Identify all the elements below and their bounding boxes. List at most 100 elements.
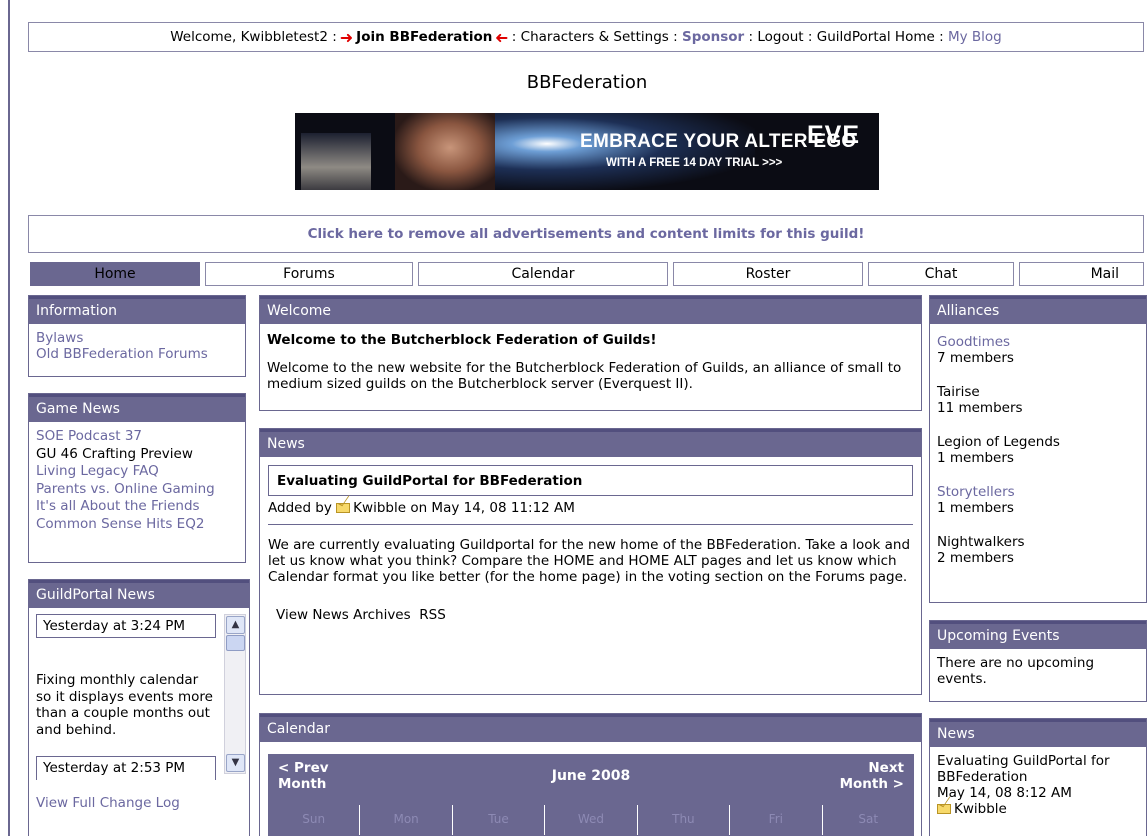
side-news-panel: News Evaluating GuildPortal for BBFedera… [929, 718, 1147, 836]
top-user-bar: Welcome, Kwibbletest2 : ➜ Join BBFederat… [28, 22, 1144, 52]
news-item-title[interactable]: Evaluating GuildPortal for BBFederation [268, 465, 913, 496]
logout-link[interactable]: Logout [757, 29, 803, 45]
panel-title: Information [29, 296, 245, 324]
tab-chat[interactable]: Chat [868, 262, 1014, 286]
side-news-date: May 14, 08 8:12 AM [937, 785, 1072, 801]
calendar-month: June 2008 [551, 768, 631, 784]
bylaws-link[interactable]: Bylaws [36, 330, 238, 346]
alliance-name-link[interactable]: Goodtimes [937, 334, 1139, 350]
mail-icon[interactable] [336, 503, 351, 513]
news-timestamp: Yesterday at 2:53 PM [36, 756, 216, 780]
guildportal-news-panel: GuildPortal News Yesterday at 3:24 PM Fi… [28, 579, 250, 836]
tab-forums[interactable]: Forums [205, 262, 413, 286]
eve-logo: EVE [807, 121, 861, 149]
panel-title: News [930, 719, 1146, 747]
side-news-author[interactable]: Kwibble [954, 801, 1007, 817]
old-forums-link[interactable]: Old BBFederation Forums [36, 346, 238, 362]
rss-link[interactable]: RSS [419, 607, 446, 623]
panel-title: Game News [29, 394, 245, 422]
panel-title: GuildPortal News [29, 580, 249, 608]
alliances-panel: Alliances Goodtimes 7 members Tairise 11… [929, 295, 1147, 603]
author-link[interactable]: Kwibble [353, 500, 406, 516]
sponsor-link[interactable]: Sponsor [682, 29, 744, 45]
information-panel: Information Bylaws Old BBFederation Foru… [28, 295, 246, 377]
list-item[interactable]: Parents vs. Online Gaming [36, 481, 238, 499]
day-header: Sun [302, 812, 326, 826]
added-by-label: Added by [268, 500, 332, 516]
scroll-down-icon[interactable]: ▼ [226, 754, 245, 772]
guildportal-home-link[interactable]: GuildPortal Home [817, 29, 935, 45]
alliance-members: 1 members [937, 450, 1014, 466]
news-timestamp: Yesterday at 3:24 PM [36, 614, 216, 638]
alliance-name: Tairise [937, 384, 980, 400]
left-border [8, 0, 10, 836]
news-body: We are currently evaluating Guildportal … [268, 537, 911, 585]
alliance-members: 2 members [937, 550, 1014, 566]
alliance-name: Nightwalkers [937, 534, 1025, 550]
separator: : [673, 29, 678, 45]
banner-subline: WITH A FREE 14 DAY TRIAL >>> [606, 157, 783, 169]
news-panel: News Evaluating GuildPortal for BBFedera… [259, 428, 922, 695]
scroll-thumb[interactable] [226, 635, 245, 651]
calendar-widget: < Prev Month June 2008 Next Month > Sun … [268, 754, 914, 836]
welcome-panel: Welcome Welcome to the Butcherblock Fede… [259, 295, 922, 411]
alliance-name-link[interactable]: Storytellers [937, 484, 1139, 500]
gp-news-scroll-area[interactable]: Yesterday at 3:24 PM Fixing monthly cale… [29, 608, 249, 780]
alliance-members: 7 members [937, 350, 1014, 366]
day-header: Mon [359, 805, 451, 835]
side-news-item-link[interactable]: Evaluating GuildPortal for BBFederation [937, 753, 1139, 785]
welcome-heading: Welcome to the Butcherblock Federation o… [267, 332, 657, 348]
game-news-panel: Game News SOE Podcast 37 GU 46 Crafting … [28, 393, 246, 563]
welcome-text: Welcome, Kwibbletest2 : [170, 29, 337, 45]
scroll-up-icon[interactable]: ▲ [226, 616, 245, 634]
tab-calendar[interactable]: Calendar [418, 262, 668, 286]
characters-settings-link[interactable]: Characters & Settings [521, 29, 669, 45]
arrow-left-icon: ➜ [495, 27, 509, 47]
next-month-link[interactable]: Next Month > [832, 760, 904, 792]
mail-icon[interactable] [937, 804, 951, 814]
list-item[interactable]: It's all About the Friends [36, 498, 238, 516]
banner-city-image [301, 133, 371, 190]
tab-mail[interactable]: Mail [1019, 262, 1144, 286]
panel-title: Alliances [930, 296, 1146, 324]
separator: : [939, 29, 944, 45]
panel-title: Upcoming Events [930, 621, 1146, 649]
tab-home[interactable]: Home [30, 262, 200, 286]
day-header: Wed [544, 805, 636, 835]
change-log-link[interactable]: View Full Change Log [36, 795, 180, 811]
news-byline: Added by Kwibble on May 14, 08 11:12 AM [268, 496, 913, 525]
list-item[interactable]: Living Legacy FAQ [36, 463, 238, 481]
scrollbar[interactable]: ▲ ▼ [224, 614, 246, 774]
list-item[interactable]: Common Sense Hits EQ2 [36, 516, 238, 534]
welcome-body: Welcome to the new website for the Butch… [267, 360, 902, 392]
banner-face-image [395, 113, 505, 190]
calendar-panel: Calendar < Prev Month June 2008 Next Mon… [259, 713, 922, 836]
separator: : [807, 29, 813, 45]
site-title: BBFederation [526, 72, 648, 93]
panel-title: Welcome [260, 296, 921, 324]
alliance-members: 11 members [937, 400, 1023, 416]
remove-ads-bar: Click here to remove all advertisements … [28, 215, 1144, 253]
day-header: Fri [729, 805, 821, 835]
banner-ad[interactable]: EMBRACE YOUR ALTER EGO WITH A FREE 14 DA… [295, 113, 879, 190]
join-link[interactable]: Join BBFederation [356, 29, 492, 45]
list-item[interactable]: GU 46 Crafting Preview [36, 446, 238, 464]
news-archives-link[interactable]: View News Archives [276, 607, 411, 623]
panel-title: News [260, 429, 921, 457]
no-events-text: There are no upcoming events. [937, 655, 1095, 687]
news-date: on May 14, 08 11:12 AM [410, 500, 575, 516]
day-header: Tue [451, 805, 544, 835]
day-header: Sat [821, 805, 914, 835]
day-header: Thu [636, 805, 729, 835]
my-blog-link[interactable]: My Blog [948, 29, 1002, 45]
upcoming-events-panel: Upcoming Events There are no upcoming ev… [929, 620, 1147, 702]
arrow-right-icon: ➜ [339, 27, 354, 47]
list-item[interactable]: SOE Podcast 37 [36, 428, 238, 446]
panel-title: Calendar [260, 714, 921, 742]
separator: : [511, 29, 517, 45]
alliance-members: 1 members [937, 500, 1014, 516]
remove-ads-link[interactable]: Click here to remove all advertisements … [308, 226, 865, 242]
calendar-days-row: Sun Mon Tue Wed Thu Fri Sat [268, 805, 914, 835]
tab-roster[interactable]: Roster [673, 262, 863, 286]
news-entry-text: Fixing monthly calendar so it displays e… [36, 672, 213, 738]
